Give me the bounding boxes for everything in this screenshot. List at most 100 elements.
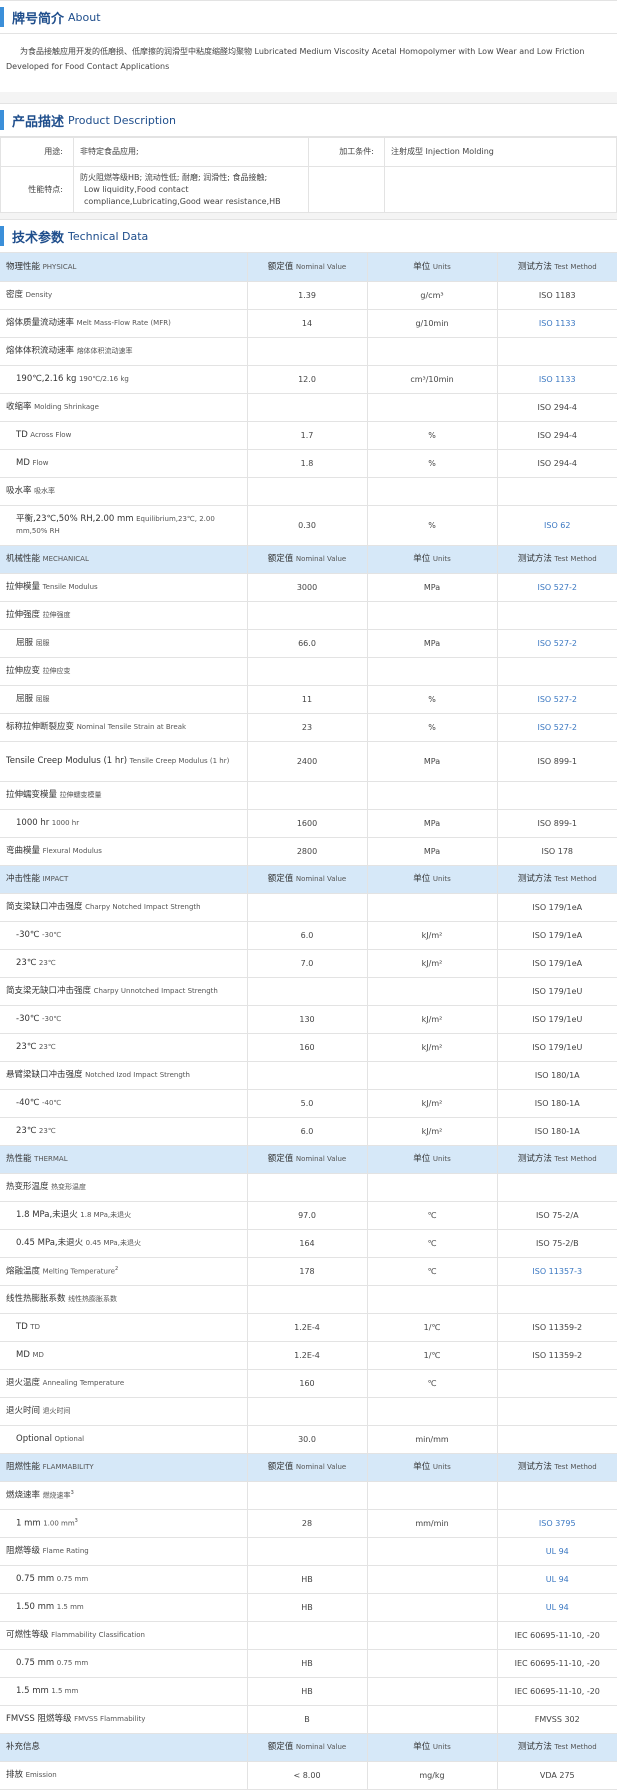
- property-name-cn: 0.45 MPa,未退火: [16, 1238, 84, 1248]
- test-method-link[interactable]: ISO 1133: [539, 319, 576, 328]
- method-cell: ISO 180-1A: [497, 1117, 617, 1146]
- property-name-en: 拉伸强度: [42, 611, 71, 619]
- value-cell: 97.0: [247, 1201, 368, 1230]
- nominal-value: 2400: [296, 756, 318, 766]
- property-name-cn: 退火时间: [6, 1406, 41, 1416]
- test-method-link[interactable]: ISO 11357-3: [532, 1267, 582, 1276]
- method-cell: ISO 179/1eU: [497, 1033, 617, 1062]
- method-cell: ISO 899-1: [497, 741, 617, 782]
- property-name-cn: 排放: [6, 1770, 24, 1780]
- table-row: 熔融温度 Melting Temperature2 178 ℃ ISO 11357-3: [0, 1257, 617, 1286]
- property-name-en: 0.75 mm: [56, 1659, 89, 1667]
- value-cell: 23: [247, 713, 368, 742]
- test-method-link[interactable]: UL 94: [546, 1547, 569, 1556]
- property-name-en: 屈服: [35, 695, 50, 703]
- property-cell: 退火时间 退火时间: [0, 1397, 248, 1426]
- method-cell: 测试方法 Test Method: [497, 545, 617, 574]
- table-row: FMVSS 阻燃等级 FMVSS Flammability B FMVSS 302: [0, 1705, 617, 1734]
- table-row: 熔体体积流动速率 熔体体积流动速率: [0, 337, 617, 366]
- table-row: 退火温度 Annealing Temperature 160 ℃: [0, 1369, 617, 1398]
- property-name-en: THERMAL: [34, 1155, 68, 1163]
- property-name-cn: -30℃: [16, 1014, 40, 1024]
- feature-value-en: Low liquidity,Food contact compliance,Lu…: [84, 184, 281, 206]
- table-row: MD Flow 1.8% ISO 294-4: [0, 449, 617, 478]
- method-cell: ISO 527-2: [497, 685, 617, 714]
- property-cell: 拉伸模量 Tensile Modulus: [0, 573, 248, 602]
- category-header-row: 物理性能 PHYSICAL 额定值 Nominal Value 单位 Units 测试…: [0, 253, 617, 282]
- property-name-en: -30℃: [41, 1015, 62, 1023]
- property-name-cn: 机械性能: [6, 554, 41, 564]
- property-name-en: IMPACT: [42, 875, 69, 883]
- method-cell: 测试方法 Test Method: [497, 865, 617, 894]
- property-name-cn: 23℃: [16, 958, 37, 968]
- about-text: 为食品接触应用开发的低磨损、低摩擦的润滑型中粘度缩醛均聚物 Lubricated…: [6, 47, 585, 71]
- property-name-cn: 弯曲模量: [6, 846, 41, 856]
- unit-cell: 1/℃: [367, 1341, 498, 1370]
- unit-cell: [367, 1677, 498, 1706]
- unit-cell: kJ/m²: [367, 921, 498, 950]
- test-method: IEC 60695-11-10, -20: [514, 1658, 600, 1668]
- section-marker: [0, 7, 4, 27]
- unit-cell: cm³/10min: [367, 365, 498, 394]
- method-header-en: Test Method: [554, 1463, 597, 1471]
- about-header: 牌号简介 About: [0, 0, 617, 34]
- nominal-value: 3000: [296, 582, 318, 592]
- unit-value: MPa: [423, 756, 441, 766]
- unit-cell: g/10min: [367, 309, 498, 338]
- method-cell: ISO 11359-2: [497, 1313, 617, 1342]
- unit-cell: [367, 977, 498, 1006]
- test-method-link[interactable]: ISO 62: [544, 521, 570, 530]
- property-name-cn: 1.5 mm: [16, 1686, 49, 1696]
- property-cell: 23℃ 23℃: [0, 1033, 248, 1062]
- property-name-en: 23℃: [38, 1127, 56, 1135]
- unit-value: %: [428, 694, 436, 704]
- unit-value: MPa: [423, 638, 441, 648]
- test-method-link[interactable]: UL 94: [546, 1575, 569, 1584]
- table-row: 190℃,2.16 kg 190℃/2.16 kg 12.0 cm³/10min IS…: [0, 365, 617, 394]
- method-cell: IEC 60695-11-10, -20: [497, 1677, 617, 1706]
- method-cell: [497, 1369, 617, 1398]
- property-cell: 熔融温度 Melting Temperature2: [0, 1257, 248, 1286]
- property-name-en: Charpy Notched Impact Strength: [85, 903, 201, 911]
- table-row: 1.8 MPa,未退火 1.8 MPa,未退火 97.0 ℃ ISO 75-2/A: [0, 1201, 617, 1230]
- nominal-header-cn: 额定值: [267, 1462, 294, 1472]
- nominal-value: < 8.00: [293, 1770, 321, 1780]
- unit-cell: [367, 1537, 498, 1566]
- table-row: MD MD 1.2E-4 1/℃ ISO 11359-2: [0, 1341, 617, 1370]
- method-cell: ISO 1133: [497, 309, 617, 338]
- value-cell: 1600: [247, 809, 368, 838]
- test-method-link[interactable]: ISO 1133: [539, 375, 576, 384]
- property-name-cn: 拉伸应变: [6, 666, 41, 676]
- units-header-cn: 单位: [413, 1462, 431, 1472]
- property-cell: TD Across Flow: [0, 421, 248, 450]
- test-method: ISO 11359-2: [532, 1350, 583, 1360]
- property-name-cn: 简支梁无缺口冲击强度: [6, 986, 92, 996]
- method-cell: VDA 275: [497, 1761, 617, 1790]
- property-cell: 热变形温度 热变形温度: [0, 1173, 248, 1202]
- property-cell: 0.45 MPa,未退火 0.45 MPa,未退火: [0, 1229, 248, 1258]
- test-method-link[interactable]: ISO 527-2: [537, 723, 577, 732]
- nominal-value: 0.30: [298, 520, 316, 530]
- method-cell: [497, 1425, 617, 1454]
- tech-title-en: Technical Data: [68, 229, 149, 243]
- method-cell: FMVSS 302: [497, 1705, 617, 1734]
- section-marker: [0, 226, 4, 246]
- method-cell: IEC 60695-11-10, -20: [497, 1621, 617, 1650]
- unit-cell: [367, 1285, 498, 1314]
- test-method-link[interactable]: UL 94: [546, 1603, 569, 1612]
- property-cell: 简支梁缺口冲击强度 Charpy Notched Impact Strength: [0, 893, 248, 922]
- feature-label: 性能特点:: [0, 166, 74, 213]
- test-method-link[interactable]: ISO 527-2: [537, 695, 577, 704]
- value-cell: [247, 657, 368, 686]
- method-header-en: Test Method: [554, 1743, 597, 1751]
- test-method-link[interactable]: ISO 527-2: [537, 583, 577, 592]
- value-cell: 额定值 Nominal Value: [247, 545, 368, 574]
- property-name-cn: 补充信息: [6, 1742, 41, 1752]
- test-method-link[interactable]: ISO 527-2: [537, 639, 577, 648]
- unit-cell: 单位 Units: [367, 1453, 498, 1482]
- value-cell: 额定值 Nominal Value: [247, 253, 368, 282]
- test-method-link[interactable]: ISO 3795: [539, 1519, 576, 1528]
- property-name-cn: 平衡,23℃,50% RH,2.00 mm: [16, 514, 134, 524]
- property-name-cn: 物理性能: [6, 261, 41, 272]
- property-name-cn: 冲击性能: [6, 874, 41, 884]
